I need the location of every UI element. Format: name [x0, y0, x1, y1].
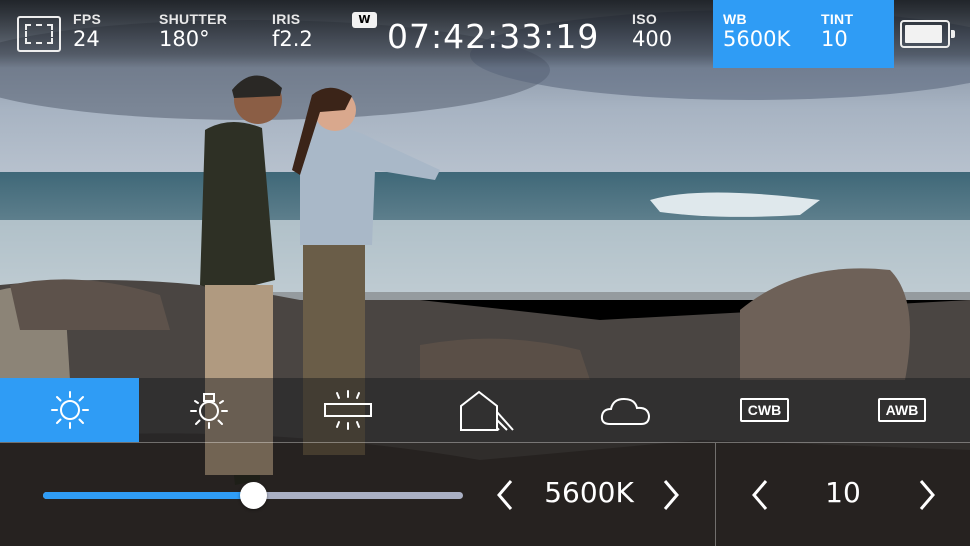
fps-value: 24: [73, 27, 100, 51]
chevron-left-icon: [752, 480, 768, 510]
wb-increase-button[interactable]: [656, 473, 686, 517]
timecode[interactable]: 07:42:33:19: [387, 17, 599, 56]
shutter-control[interactable]: SHUTTER 180°: [159, 12, 227, 50]
preset-tungsten-button[interactable]: [139, 378, 278, 442]
battery-icon[interactable]: [900, 20, 955, 48]
fluorescent-icon: [323, 390, 372, 430]
wb-value: 5600K: [723, 27, 791, 51]
awb-icon: AWB: [877, 398, 927, 422]
iris-value: f2.2: [272, 27, 313, 51]
preset-auto-wb-button[interactable]: AWB: [834, 378, 970, 442]
frame-guides-icon[interactable]: [17, 16, 61, 52]
wb-slider[interactable]: [43, 482, 463, 509]
tint-decrease-button[interactable]: [745, 473, 775, 517]
sun-icon: [50, 391, 89, 429]
w-badge: W: [352, 12, 377, 28]
wb-value-display: 5600K: [544, 476, 634, 509]
tint-readout: TINT 10: [821, 12, 853, 50]
iris-label: IRIS: [272, 11, 301, 27]
preset-fluorescent-button[interactable]: [278, 378, 417, 442]
tint-increase-button[interactable]: [912, 473, 942, 517]
iso-control[interactable]: ISO 400: [632, 12, 672, 50]
tint-value: 10: [821, 27, 848, 51]
white-balance-control[interactable]: WB 5600K TINT 10: [713, 0, 894, 68]
wb-adjust-panel: 5600K 10: [0, 442, 970, 546]
divider: [715, 443, 716, 546]
iso-label: ISO: [632, 11, 658, 27]
iris-control[interactable]: IRIS f2.2: [272, 12, 313, 50]
chevron-right-icon: [663, 480, 679, 510]
tint-value-display: 10: [825, 476, 861, 509]
cloud-icon: [600, 397, 650, 425]
shade-icon: [459, 390, 514, 431]
cwb-icon: CWB: [739, 398, 790, 422]
chevron-right-icon: [919, 480, 935, 510]
fps-control[interactable]: FPS 24: [73, 12, 101, 50]
wb-slider-knob[interactable]: [240, 482, 267, 509]
wb-readout: WB 5600K: [723, 12, 790, 50]
battery-fill: [905, 25, 943, 43]
shutter-value: 180°: [159, 27, 210, 51]
wb-decrease-button[interactable]: [490, 473, 520, 517]
iso-value: 400: [632, 27, 673, 51]
white-balance-presets: CWB AWB: [0, 378, 970, 442]
preset-shade-button[interactable]: [417, 378, 556, 442]
tungsten-bulb-icon: [189, 393, 228, 429]
tint-label: TINT: [821, 11, 854, 27]
preset-custom-wb-button[interactable]: CWB: [695, 378, 834, 442]
shutter-label: SHUTTER: [159, 11, 228, 27]
wb-label: WB: [723, 11, 747, 27]
chevron-left-icon: [497, 480, 513, 510]
preset-daylight-button[interactable]: [0, 378, 139, 442]
preset-cloudy-button[interactable]: [556, 378, 695, 442]
fps-label: FPS: [73, 11, 102, 27]
wb-slider-fill: [43, 492, 253, 499]
